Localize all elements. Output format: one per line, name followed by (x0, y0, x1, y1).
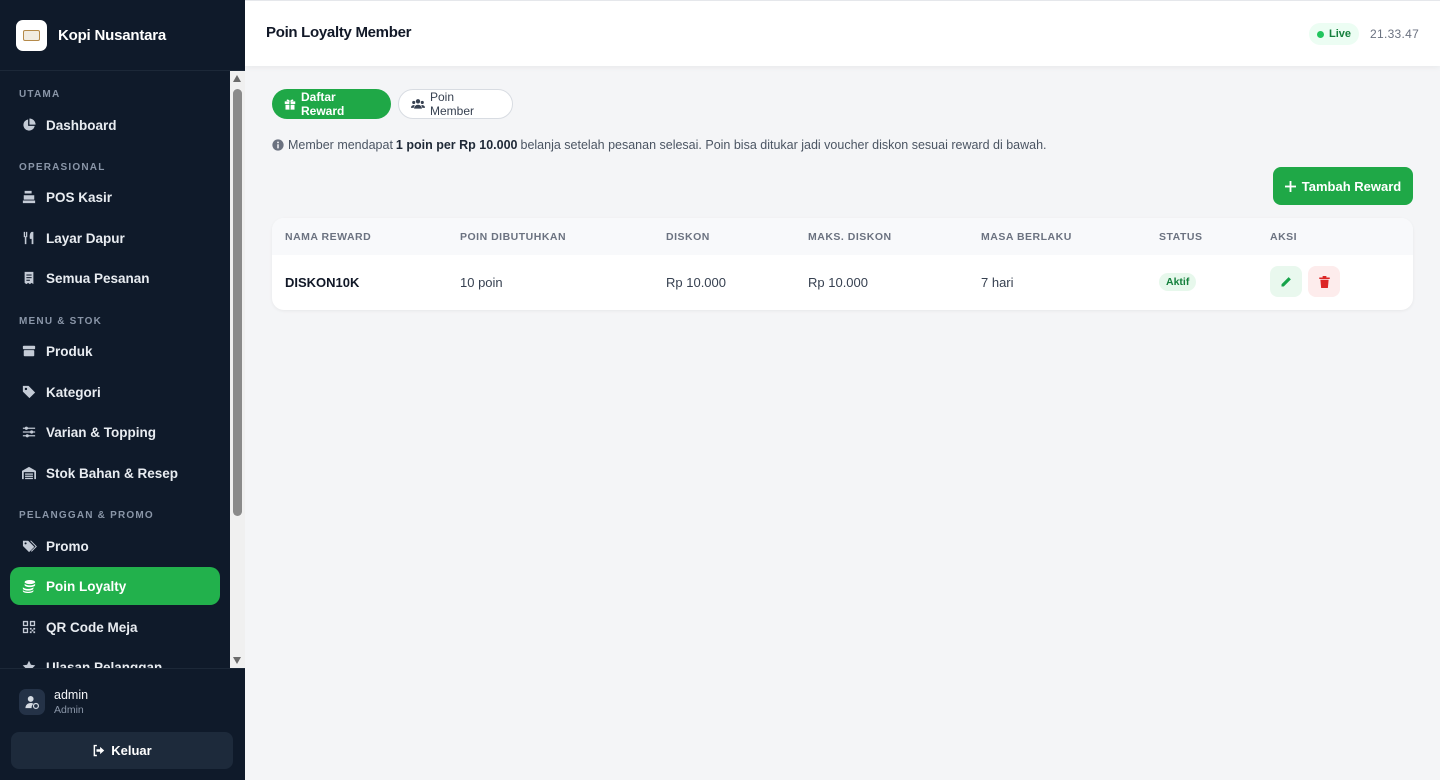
sidebar-item-promo[interactable]: Promo (10, 527, 220, 565)
sidebar-item-label: Semua Pesanan (46, 270, 150, 286)
section-title-operasional: OPERASIONAL (19, 162, 106, 173)
user-name: admin (54, 688, 89, 702)
sidebar-item-label: POS Kasir (46, 189, 113, 205)
sidebar-item-produk[interactable]: Produk (10, 332, 220, 370)
clock: 21.33.47 (1370, 27, 1420, 41)
add-reward-button[interactable]: Tambah Reward (1273, 167, 1413, 205)
sidebar-item-poin-loyalty[interactable]: Poin Loyalty (10, 567, 220, 605)
reward-discount: Rp 10.000 (666, 275, 726, 290)
cash-register-icon (21, 189, 37, 205)
sidebar-item-pos-kasir[interactable]: POS Kasir (10, 178, 220, 216)
sidebar-item-kategori[interactable]: Kategori (10, 373, 220, 411)
sidebar-item-varian-topping[interactable]: Varian & Topping (10, 413, 220, 451)
scrollbar-thumb[interactable] (233, 89, 242, 516)
live-status-badge: Live (1309, 23, 1360, 45)
info-prefix: Member mendapat (288, 138, 393, 152)
sidebar-item-label: Produk (46, 343, 93, 359)
rewards-table: NAMA REWARD POIN DIBUTUHKAN DISKON MAKS.… (272, 218, 1413, 310)
column-header: AKSI (1270, 231, 1298, 243)
tags-icon (21, 538, 37, 554)
tab-label: Daftar Reward (301, 90, 345, 118)
user-area: admin Admin Keluar (0, 668, 245, 780)
add-reward-label: Tambah Reward (1301, 178, 1402, 194)
page-title: Poin Loyalty Member (266, 24, 412, 41)
sidebar-item-ulasan-pelanggan[interactable]: Ulasan Pelanggan (10, 648, 220, 668)
receipt-icon (21, 270, 37, 286)
reward-name: DISKON10K (285, 275, 360, 290)
brand-name: Kopi Nusantara (58, 26, 167, 44)
info-circle-icon (272, 139, 284, 151)
section-title-pelanggan-promo: PELANGGAN & PROMO (19, 510, 154, 521)
status-badge: Aktif (1159, 273, 1197, 291)
pie-chart-icon (21, 117, 37, 133)
users-icon (411, 98, 425, 110)
coins-icon (21, 578, 37, 594)
sidebar-item-layar-dapur[interactable]: Layar Dapur (10, 219, 220, 257)
table-header: NAMA REWARD POIN DIBUTUHKAN DISKON MAKS.… (272, 218, 1413, 255)
section-title-utama: UTAMA (19, 89, 61, 100)
logout-label: Keluar (111, 743, 152, 758)
sidebar: Kopi Nusantara UTAMA Dashboard OPERASION… (0, 0, 245, 780)
section-title-menu-stok: MENU & STOK (19, 316, 103, 327)
brand[interactable]: Kopi Nusantara (0, 0, 245, 71)
column-header: POIN DIBUTUHKAN (460, 231, 567, 243)
loyalty-info-text: Member mendapat 1 poin per Rp 10.000 bel… (272, 138, 1047, 152)
sidebar-item-label: QR Code Meja (46, 619, 138, 635)
sidebar-item-label: Layar Dapur (46, 230, 125, 246)
star-icon (21, 659, 37, 668)
sidebar-item-label: Ulasan Pelanggan (46, 659, 163, 669)
box-icon (21, 343, 37, 359)
trash-icon (1318, 275, 1330, 288)
sidebar-item-label: Stok Bahan & Resep (46, 465, 179, 481)
reward-max-discount: Rp 10.000 (808, 275, 868, 290)
gift-icon (284, 98, 296, 110)
sign-out-icon (92, 744, 105, 757)
logout-button[interactable]: Keluar (11, 732, 233, 769)
sidebar-item-semua-pesanan[interactable]: Semua Pesanan (10, 259, 220, 297)
plus-icon (1284, 180, 1296, 192)
sliders-icon (21, 424, 37, 440)
sidebar-item-dashboard[interactable]: Dashboard (10, 106, 220, 144)
live-label: Live (1329, 28, 1352, 40)
qrcode-icon (21, 619, 37, 635)
edit-reward-button[interactable] (1270, 266, 1302, 297)
top-bar: Poin Loyalty Member Live 21.33.47 (245, 0, 1440, 66)
sidebar-item-label: Kategori (46, 384, 101, 400)
reward-validity: 7 hari (981, 275, 1014, 290)
sidebar-item-label: Poin Loyalty (46, 578, 127, 594)
sidebar-item-label: Promo (46, 538, 89, 554)
column-header: MASA BERLAKU (981, 231, 1072, 243)
tab-label: Poin Member (430, 90, 475, 118)
column-header: NAMA REWARD (285, 231, 372, 243)
scroll-down-arrow-icon[interactable] (233, 657, 241, 664)
sidebar-scrollbar[interactable] (230, 71, 245, 668)
sidebar-item-label: Dashboard (46, 117, 117, 133)
warehouse-icon (21, 465, 37, 481)
info-suffix: belanja setelah pesanan selesai. Poin bi… (520, 138, 1047, 152)
column-header: DISKON (666, 231, 710, 243)
sidebar-item-qr-code-meja[interactable]: QR Code Meja (10, 608, 220, 646)
live-dot-icon (1317, 30, 1324, 38)
sidebar-item-label: Varian & Topping (46, 424, 157, 440)
utensils-icon (21, 230, 37, 246)
tab-daftar-reward[interactable]: Daftar Reward (272, 89, 391, 119)
scroll-up-arrow-icon[interactable] (233, 75, 241, 82)
sidebar-item-stok-bahan[interactable]: Stok Bahan & Resep (10, 454, 220, 492)
user-role: Admin (54, 704, 84, 716)
pencil-icon (1281, 276, 1291, 286)
user-avatar-icon (19, 689, 45, 715)
column-header: STATUS (1159, 231, 1203, 243)
reward-points: 10 poin (460, 275, 503, 290)
coffee-logo-icon (16, 19, 47, 51)
tag-icon (21, 384, 37, 400)
tab-poin-member[interactable]: Poin Member (398, 89, 513, 119)
sidebar-nav-scroll: UTAMA Dashboard OPERASIONAL POS Kasir La… (0, 71, 245, 668)
info-highlight: 1 poin per Rp 10.000 (395, 138, 518, 152)
column-header: MAKS. DISKON (808, 231, 892, 243)
delete-reward-button[interactable] (1308, 266, 1340, 297)
